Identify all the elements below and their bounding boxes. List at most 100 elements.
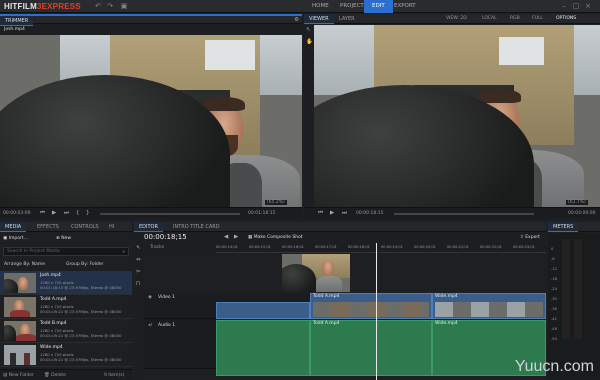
- redo-icon[interactable]: ↷: [106, 2, 114, 10]
- app-logo: HITFILM3EXPRESS: [4, 2, 81, 11]
- trimmer-play-icon[interactable]: ▶: [52, 210, 56, 216]
- thumbnail: [4, 273, 36, 293]
- tab-editor[interactable]: EDITOR: [134, 222, 163, 232]
- import-button[interactable]: ▣ Import...: [3, 236, 28, 241]
- list-item[interactable]: Todd B.mp4 1280 x 720 pixels 00:01:05:21…: [0, 319, 132, 343]
- viewer-next-icon[interactable]: ⏭: [342, 210, 347, 217]
- trimmer-next-icon[interactable]: ⏭: [64, 210, 69, 217]
- meter-right: [574, 239, 582, 339]
- tab-layer[interactable]: LAYER: [334, 14, 360, 24]
- workspace-export[interactable]: EXPORT: [386, 0, 424, 13]
- watermark: Yuucn.com: [514, 358, 594, 375]
- maximize-icon[interactable]: □: [572, 2, 580, 10]
- editor-header: EDITOR INTRO TITLE CARD: [134, 222, 546, 232]
- thumbnail: [4, 321, 36, 341]
- tracks-header: Tracks: [144, 243, 216, 253]
- options-button[interactable]: OPTIONS: [556, 16, 576, 21]
- undo-icon[interactable]: ↶: [94, 2, 102, 10]
- trimmer-timecode-in: 00:00:03:09: [3, 211, 31, 216]
- viewer-header: VIEWER LAYER VIEW: 2D LOCAL RGB FULL OPT…: [304, 14, 600, 24]
- minimize-icon[interactable]: –: [560, 2, 568, 10]
- trimmer-timecode-out: 00:01:18:15: [248, 211, 276, 216]
- viewer-video[interactable]: [314, 25, 600, 207]
- save-icon[interactable]: ▣: [120, 2, 128, 10]
- list-item[interactable]: Todd A.mp4 1280 x 720 pixels 00:01:05:21…: [0, 295, 132, 319]
- delete-button[interactable]: 🗑 Delete: [44, 373, 66, 378]
- trimmer-video[interactable]: [0, 35, 302, 207]
- search-icon: ⌕: [122, 250, 125, 255]
- viewer-prev-icon[interactable]: ⏮: [318, 210, 323, 217]
- slip-tool-icon[interactable]: ⇔: [136, 257, 141, 263]
- video-clip[interactable]: Todd A.mp4: [310, 293, 432, 319]
- local-select[interactable]: LOCAL: [482, 16, 497, 21]
- media-header: MEDIA EFFECTS CONTROLS HI: [0, 222, 132, 232]
- trimmer-mark-out-icon[interactable]: }: [86, 210, 90, 216]
- list-item[interactable]: Wide.mp4 1280 x 720 pixels 00:01:05:21 @…: [0, 343, 132, 367]
- trimmer-zoom[interactable]: (65.2%): [265, 200, 287, 205]
- video-clip[interactable]: [216, 302, 310, 319]
- viewer-scrubber[interactable]: [394, 213, 534, 215]
- viewer-timecode-in: 00:00:18:15: [356, 211, 384, 216]
- tab-media[interactable]: MEDIA: [0, 222, 27, 232]
- rgb-select[interactable]: RGB: [510, 16, 520, 21]
- tab-meters[interactable]: METERS: [548, 222, 579, 232]
- full-select[interactable]: FULL: [532, 16, 543, 21]
- tab-viewer[interactable]: VIEWER: [304, 14, 334, 24]
- audio-track-label: Audio 1: [158, 323, 176, 328]
- audio-clip[interactable]: [216, 320, 310, 376]
- top-bar: HITFILM3EXPRESS ↶ ↷ ▣ HOME PROJECT EDIT …: [0, 0, 600, 13]
- trimmer-header: TRIMMER ⚙: [0, 14, 302, 26]
- viewer-zoom[interactable]: (61.7%): [566, 200, 588, 205]
- viewer-timecode-out: 00:04:09:00: [568, 211, 596, 216]
- arrange-by-select[interactable]: Arrange By: Name: [4, 262, 45, 267]
- thumbnail: [4, 297, 36, 317]
- hand-tool-icon[interactable]: ✋: [306, 39, 313, 45]
- editor-prev-icon[interactable]: ◀: [224, 234, 228, 240]
- meters-header: METERS: [548, 222, 600, 232]
- thumbnail: [4, 345, 36, 365]
- new-button[interactable]: ⊕ New: [56, 236, 71, 241]
- speaker-icon[interactable]: ◂): [148, 323, 152, 328]
- eye-icon[interactable]: ◉: [148, 295, 152, 300]
- editor-play-icon[interactable]: ▶: [234, 234, 238, 240]
- tab-controls[interactable]: CONTROLS: [66, 222, 104, 232]
- trimmer-filebar: Josh.mp4: [0, 26, 302, 35]
- close-icon[interactable]: ×: [584, 2, 592, 10]
- snap-tool-icon[interactable]: ⊓: [136, 281, 140, 287]
- trimmer-prev-icon[interactable]: ⏮: [40, 210, 45, 217]
- new-folder-button[interactable]: ▤ New Folder: [3, 373, 34, 378]
- list-item[interactable]: Josh.mp4 1280 x 720 pixels 00:01:18:15 @…: [0, 271, 132, 295]
- viewer-play-icon[interactable]: ▶: [330, 210, 334, 216]
- select-tool-icon[interactable]: ↖: [306, 27, 311, 33]
- make-composite-button[interactable]: ▦ Make Composite Shot: [248, 235, 303, 240]
- group-by-select[interactable]: Group By: Folder: [66, 262, 103, 267]
- trimmer-mark-in-icon[interactable]: {: [76, 210, 80, 216]
- audio-clip[interactable]: Todd A.mp4: [310, 320, 432, 376]
- playhead[interactable]: [376, 243, 377, 380]
- view-mode-select[interactable]: VIEW: 2D: [446, 16, 467, 21]
- editor-toolstrip: ↖ ⇔ ✂ ⊓: [134, 243, 144, 380]
- item-count: 9 item(s): [104, 373, 125, 378]
- media-footer: ▤ New Folder 🗑 Delete 9 item(s): [0, 369, 132, 380]
- tab-trimmer[interactable]: TRIMMER: [0, 16, 34, 26]
- viewer-controls: ⏮ ▶ ⏭ 00:00:18:15 00:04:09:00: [304, 207, 600, 219]
- editor-timecode[interactable]: 00:00:18;15: [144, 233, 187, 241]
- tab-effects[interactable]: EFFECTS: [32, 222, 64, 232]
- trimmer-settings-icon[interactable]: ⚙: [294, 17, 299, 23]
- tab-history[interactable]: HI: [104, 222, 119, 232]
- media-toolbar: ▣ Import... ⊕ New: [0, 233, 132, 245]
- video-clip[interactable]: Wide.mp4: [432, 293, 546, 319]
- media-search-input[interactable]: Search in Project Media ⌕: [3, 247, 129, 256]
- timeline-ruler[interactable]: 00:00:14;01 00:00:15;01 00:00:16;01 00:0…: [216, 243, 546, 253]
- trimmer-controls: 00:00:03:09 ⏮ ▶ ⏭ { } 00:01:18:15: [0, 207, 302, 219]
- media-list: Josh.mp4 1280 x 720 pixels 00:01:18:15 @…: [0, 271, 132, 367]
- razor-tool-icon[interactable]: ✂: [136, 269, 141, 275]
- video-track-label: Video 1: [158, 295, 175, 300]
- viewer-toolstrip: ↖ ✋: [304, 25, 314, 207]
- trimmer-filename: Josh.mp4: [4, 27, 25, 32]
- tab-intro-title-card[interactable]: INTRO TITLE CARD: [168, 222, 225, 232]
- trimmer-scrubber[interactable]: [100, 213, 240, 215]
- export-button[interactable]: ⇪ Export: [520, 235, 540, 240]
- drag-preview: [282, 254, 350, 292]
- select-tool-icon[interactable]: ↖: [136, 245, 141, 251]
